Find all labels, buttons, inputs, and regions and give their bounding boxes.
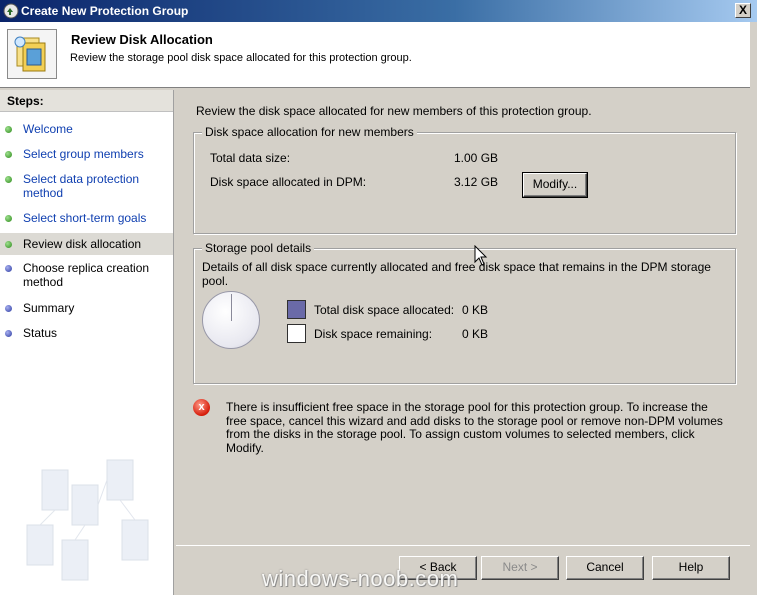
storage-pie-chart bbox=[202, 291, 260, 349]
total-data-size-value: 1.00 GB bbox=[454, 151, 499, 165]
help-button[interactable]: Help bbox=[652, 556, 730, 580]
step-label: Select short-term goals bbox=[23, 211, 147, 225]
storage-pool-legend: Storage pool details bbox=[202, 241, 315, 255]
step-select-group-members[interactable]: Select group members bbox=[0, 147, 173, 165]
step-label: Status bbox=[23, 326, 58, 340]
step-pending-icon bbox=[5, 265, 12, 272]
storage-pool-description: Details of all disk space currently allo… bbox=[202, 260, 711, 288]
step-welcome[interactable]: Welcome bbox=[0, 122, 173, 140]
modify-button[interactable]: Modify... bbox=[522, 172, 588, 198]
error-message: There is insufficient free space in the … bbox=[226, 400, 723, 455]
allocated-value: 0 KB bbox=[462, 303, 489, 317]
server-network-art bbox=[26, 459, 149, 581]
remaining-color-swatch bbox=[287, 324, 306, 343]
page-subtitle: Review the storage pool disk space alloc… bbox=[70, 52, 412, 64]
allocation-legend: Disk space allocation for new members bbox=[202, 125, 417, 139]
next-button[interactable]: Next > bbox=[481, 556, 559, 580]
allocated-color-swatch bbox=[287, 300, 306, 319]
step-choose-replica-creation-method: Choose replica creation method bbox=[0, 261, 173, 293]
main-panel: Review the disk space allocated for new … bbox=[176, 90, 750, 595]
error-icon: x bbox=[193, 399, 210, 416]
intro-text: Review the disk space allocated for new … bbox=[196, 104, 592, 118]
allocated-label: Total disk space allocated: bbox=[314, 303, 455, 317]
step-review-disk-allocation: Review disk allocation bbox=[0, 233, 173, 255]
remaining-label: Disk space remaining: bbox=[314, 327, 433, 341]
step-label: Choose replica creation method bbox=[23, 261, 150, 289]
window-title: Create New Protection Group bbox=[21, 4, 189, 18]
step-status: Status bbox=[0, 326, 173, 344]
mouse-cursor-icon bbox=[474, 245, 488, 266]
wizard-header: Review Disk Allocation Review the storag… bbox=[0, 22, 750, 88]
step-summary: Summary bbox=[0, 301, 173, 319]
step-label: Welcome bbox=[23, 122, 73, 136]
storage-pool-group: Storage pool details Details of all disk… bbox=[193, 241, 736, 384]
step-pending-icon bbox=[5, 330, 12, 337]
remaining-value: 0 KB bbox=[462, 327, 489, 341]
steps-panel: Steps: Welcome Select group members Sele… bbox=[0, 90, 174, 595]
dpm-allocation-value: 3.12 GB bbox=[454, 175, 499, 189]
page-title: Review Disk Allocation bbox=[71, 32, 213, 47]
step-label: Select group members bbox=[23, 147, 144, 161]
step-current-icon bbox=[5, 241, 12, 248]
title-bar: Create New Protection Group X bbox=[0, 0, 757, 22]
step-label: Review disk allocation bbox=[23, 237, 142, 251]
button-separator bbox=[176, 545, 750, 546]
pie-divider bbox=[231, 294, 232, 321]
watermark-text: windows-noob.com bbox=[262, 566, 459, 591]
step-complete-icon bbox=[5, 126, 12, 133]
step-select-short-term-goals[interactable]: Select short-term goals bbox=[0, 211, 173, 229]
protection-group-icon bbox=[7, 29, 57, 79]
step-complete-icon bbox=[5, 176, 12, 183]
dpm-app-icon bbox=[3, 3, 19, 19]
close-icon: X bbox=[738, 3, 747, 17]
allocation-group: Disk space allocation for new members To… bbox=[193, 125, 736, 234]
dpm-allocation-label: Disk space allocated in DPM: bbox=[210, 175, 367, 189]
cancel-button[interactable]: Cancel bbox=[566, 556, 644, 580]
step-pending-icon bbox=[5, 305, 12, 312]
step-label: Summary bbox=[23, 301, 75, 315]
step-complete-icon bbox=[5, 151, 12, 158]
step-select-data-protection-method[interactable]: Select data protection method bbox=[0, 172, 173, 204]
step-label: Select data protection method bbox=[23, 172, 140, 200]
total-data-size-label: Total data size: bbox=[210, 151, 291, 165]
close-button[interactable]: X bbox=[735, 3, 751, 18]
step-complete-icon bbox=[5, 215, 12, 222]
steps-heading: Steps: bbox=[0, 90, 173, 112]
